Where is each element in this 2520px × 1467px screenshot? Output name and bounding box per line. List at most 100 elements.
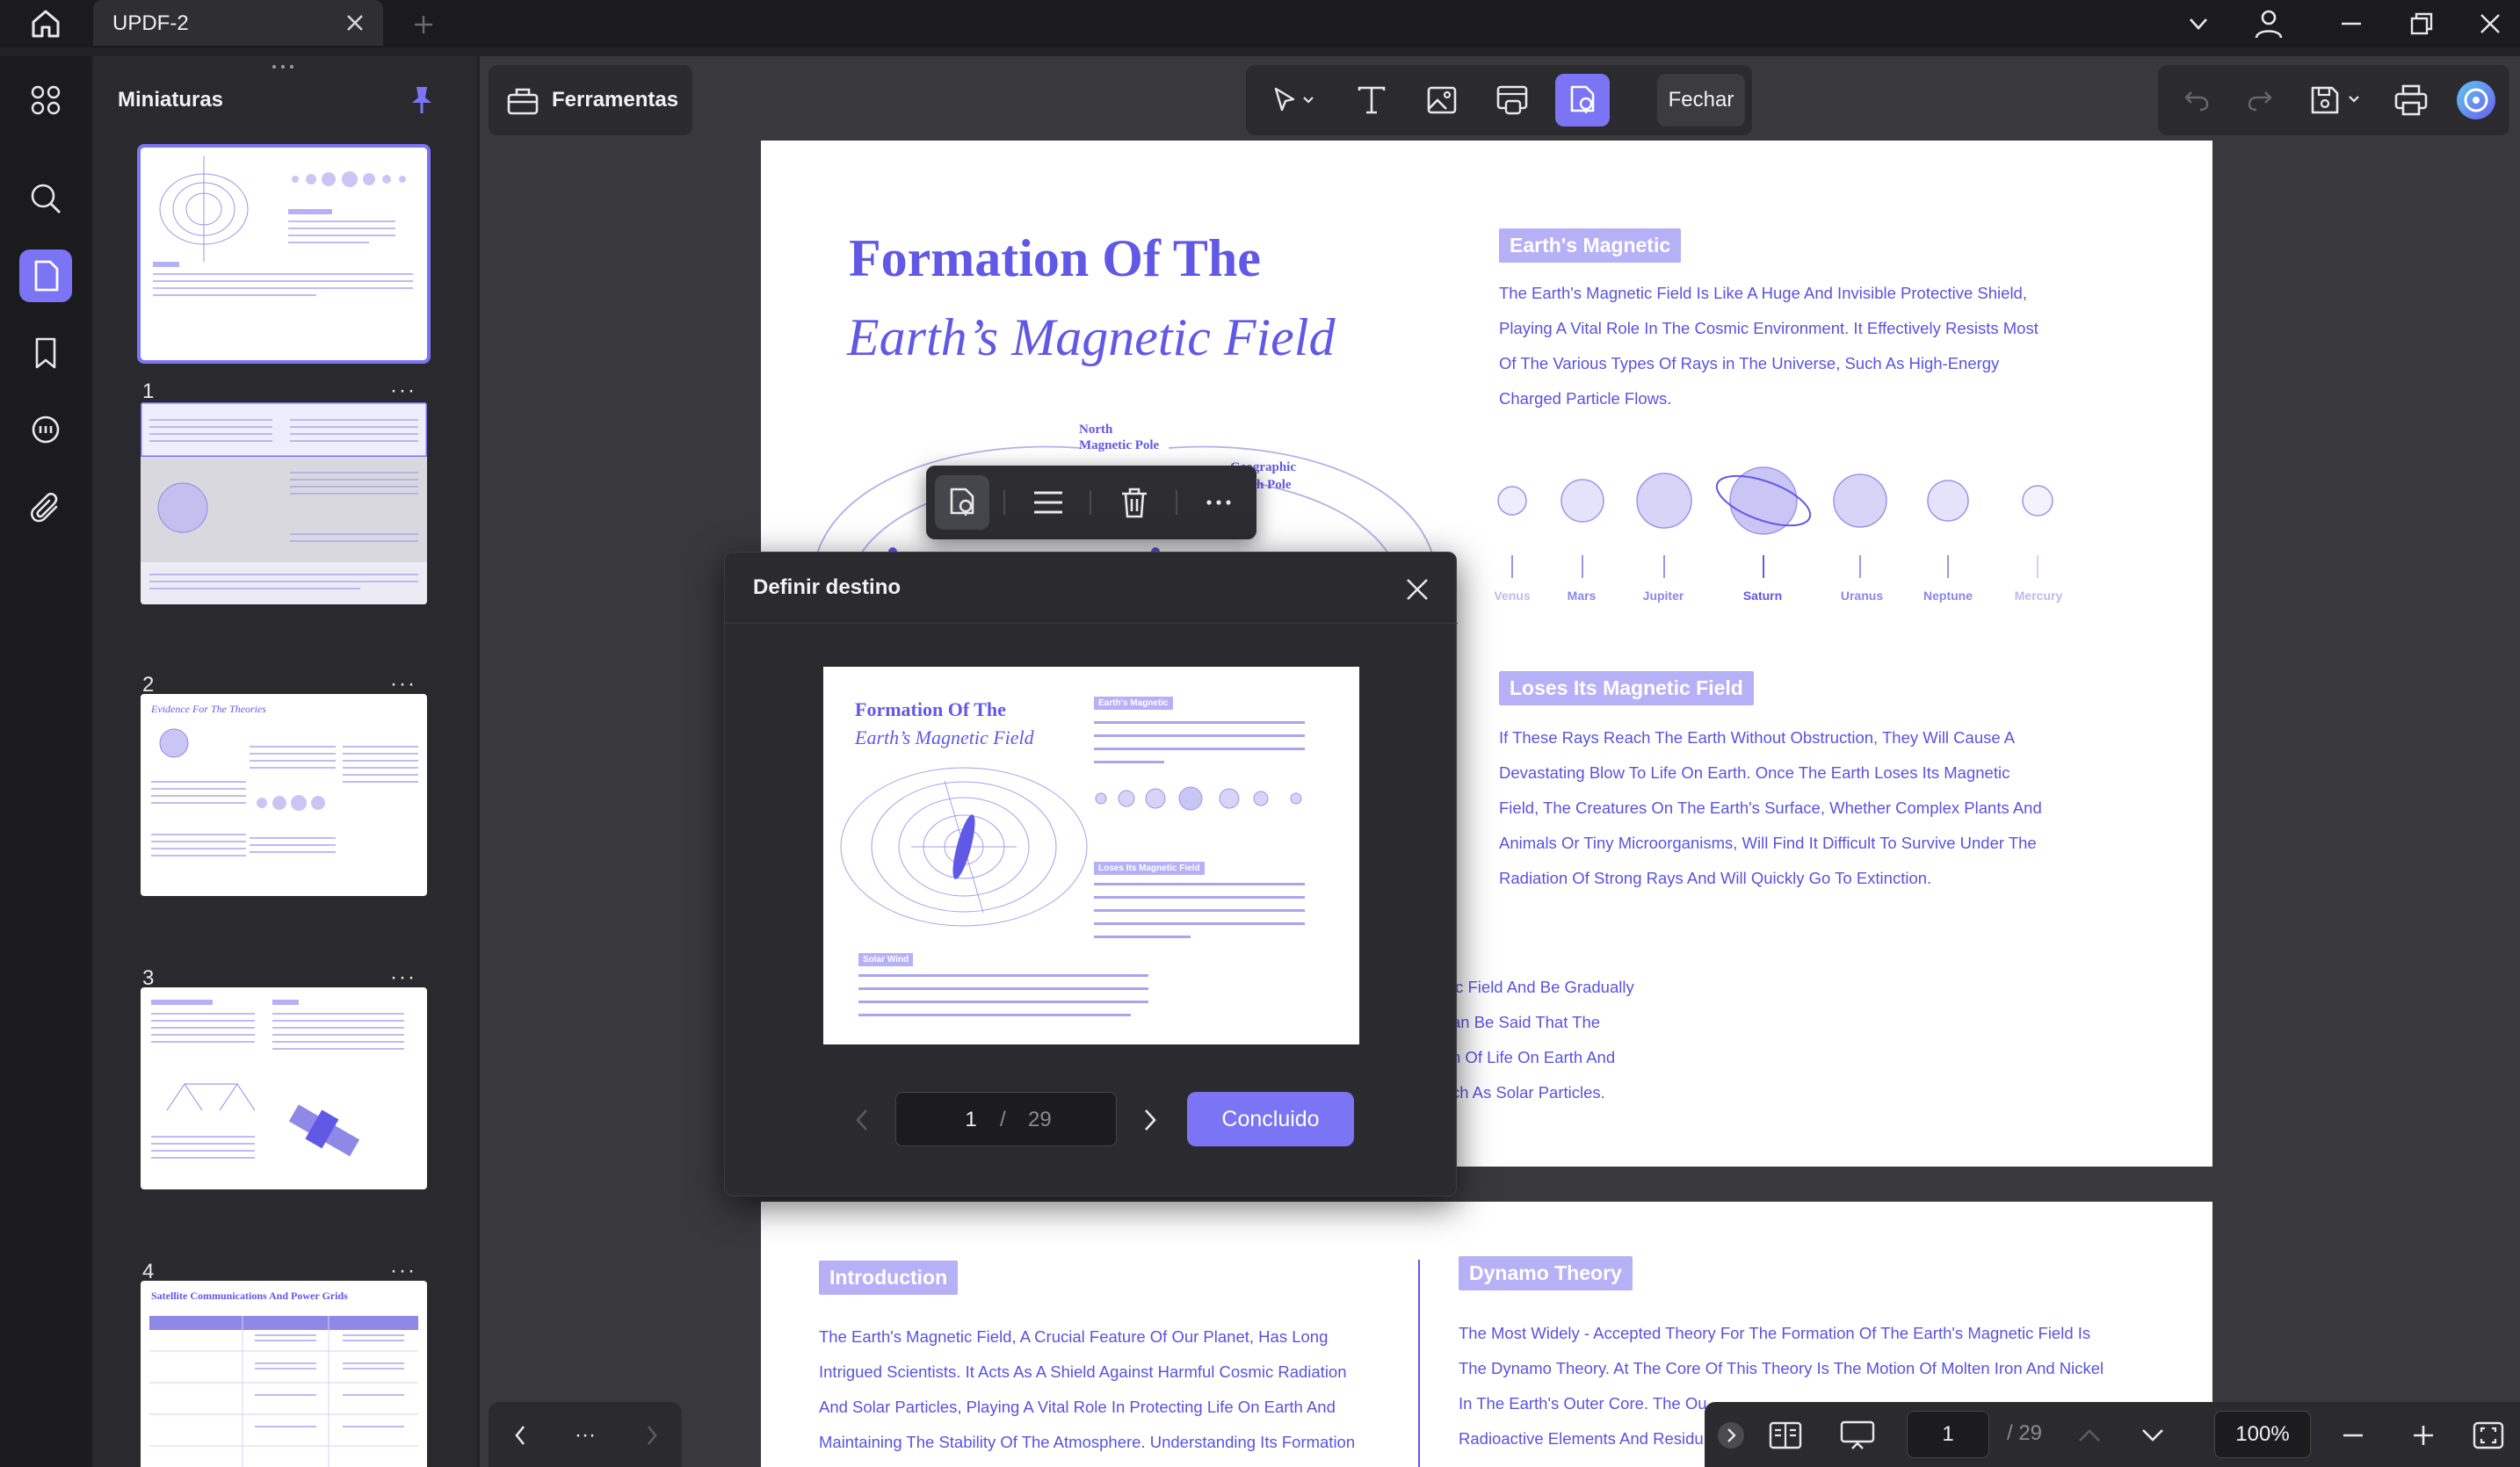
new-tab-button[interactable] [406,7,441,42]
next-page-button[interactable] [1133,1101,1168,1139]
prev-page-button[interactable] [2068,1414,2111,1456]
restore-button[interactable] [2399,5,2444,42]
chevron-left-icon [856,1109,867,1131]
thumb-more-button[interactable]: ··· [566,1416,605,1455]
text-line: ic Field And Be Gradually [1452,978,1634,996]
resize-grip-icon[interactable] [265,63,301,70]
tabs-dropdown-button[interactable] [2176,5,2221,42]
total-pages-value: 29 [1028,1108,1052,1131]
bookmarks-button[interactable] [19,327,72,379]
undo-button[interactable] [2172,76,2221,125]
section-tag-earths-magnetic: Earth's Magnetic [1499,228,1682,263]
dialog-title: Definir destino [753,575,902,599]
zoom-in-button[interactable] [2402,1414,2444,1456]
thumbnail-page-2[interactable] [141,402,427,604]
pin-button[interactable] [404,83,439,118]
destination-page-preview[interactable]: Formation Of The Earth’s Magnetic Field … [823,667,1359,1044]
thumbnail-page-4[interactable] [141,987,427,1189]
home-button[interactable] [21,4,70,44]
thumbnail-page-3[interactable]: Evidence For The Theories [141,694,427,896]
page-layout-button[interactable] [1764,1414,1807,1456]
text-line: Maintaining The Stability Of The Atmosph… [819,1433,1356,1451]
minimize-button[interactable] [2328,5,2374,42]
image-tool-button[interactable] [1415,74,1469,126]
save-button[interactable] [2302,76,2372,125]
set-destination-dialog: Definir destino Formation Of The Earth’s… [724,552,1458,1196]
print-button[interactable] [2386,76,2436,125]
app-window: UPDF-2 Miniaturas 1 ··· 2 ··· Evidence F… [0,0,2520,1467]
account-button[interactable] [2246,5,2292,42]
set-destination-button[interactable] [935,475,989,530]
ai-assistant-button[interactable] [2451,76,2501,125]
file-toolbar [2158,65,2509,135]
close-window-button[interactable] [2467,5,2513,42]
north-magnetic-pole-label: North Magnetic Pole [1079,423,1160,452]
close-icon [1407,579,1428,600]
tab-close-button[interactable] [339,7,371,39]
next-page-button[interactable] [2132,1414,2174,1456]
search-button[interactable] [19,172,72,225]
fit-page-button[interactable] [2467,1414,2509,1456]
minimize-icon [2342,22,2361,25]
more-options-button[interactable] [1191,475,1246,530]
left-rail [0,56,91,1467]
search-icon [31,184,61,213]
collapse-nav-button[interactable] [1710,1414,1752,1456]
page-more-button-1[interactable]: ··· [383,378,424,404]
current-page-input[interactable]: 1 [1907,1411,1989,1458]
attachments-button[interactable] [19,481,72,534]
zoom-out-button[interactable] [2332,1414,2374,1456]
select-tool-button[interactable] [1258,74,1327,126]
close-edit-button[interactable]: Fechar [1657,74,1745,126]
thumbnail-image [141,402,427,604]
pin-icon [412,87,431,113]
text-line: ch As Solar Particles. [1452,1083,1605,1102]
text-line: Radiation Of Strong Rays And Will Quickl… [1499,869,1932,887]
text-tool-button[interactable] [1344,74,1399,126]
thumbnail-page-5[interactable]: Satellite Communications And Power Grids [141,1281,427,1467]
image-icon [1427,86,1457,114]
comments-button[interactable] [19,404,72,457]
tools-button[interactable]: Ferramentas [489,65,692,135]
zoom-level-input[interactable]: 100% [2214,1411,2311,1458]
thumbnails-panel: Miniaturas 1 ··· 2 ··· Evidence For The … [93,56,476,1467]
properties-button[interactable] [1021,475,1075,530]
thumb-prev-button[interactable] [501,1416,539,1455]
preview-tag-1: Earth's Magnetic [1094,697,1173,710]
chevron-right-icon [647,1426,657,1445]
text-line: Of The Various Types Of Rays in The Univ… [1499,354,2000,372]
link-location-icon [1570,85,1595,113]
section-tag-introduction: Introduction [819,1261,959,1295]
thumb-next-button[interactable] [633,1416,671,1455]
delete-button[interactable] [1107,475,1162,530]
preview-page-image [840,721,1305,1016]
thumbnail-image [151,1000,404,1159]
page-number-input[interactable]: 1 / 29 [895,1092,1117,1146]
document-tab[interactable]: UPDF-2 [93,0,383,46]
page-navigation-bar: 1 / 29 100% [1705,1402,2520,1467]
text-line: Charged Particle Flows. [1499,389,1672,408]
planet-label-mars: Mars [1567,589,1597,603]
thumbnail-page-1[interactable] [137,144,431,364]
link-page-icon [1496,85,1528,115]
thumbnail-image [153,156,413,296]
planet-label-saturn: Saturn [1742,589,1783,603]
separator [1176,490,1177,515]
thumbnails-button[interactable] [19,249,72,302]
link-tool-button[interactable] [1485,74,1539,126]
done-button[interactable]: Concluido [1187,1092,1354,1146]
tools-label: Ferramentas [552,88,679,112]
link-location-tool-button[interactable] [1555,74,1610,126]
title-bar: UPDF-2 [0,0,2520,47]
previous-page-button[interactable] [844,1101,880,1139]
text-line: The Most Widely - Accepted Theory For Th… [1459,1324,2091,1342]
ai-assistant-icon [2457,81,2495,119]
close-icon [347,15,363,31]
text-line: an Be Said That The [1452,1013,1601,1031]
apps-button[interactable] [19,74,72,126]
text-line: If These Rays Reach The Earth Without Ob… [1499,728,2016,747]
preview-tag-2: Loses Its Magnetic Field [1094,862,1205,875]
dialog-close-button[interactable] [1398,570,1437,609]
slideshow-button[interactable] [1836,1414,1879,1456]
redo-button[interactable] [2235,76,2285,125]
